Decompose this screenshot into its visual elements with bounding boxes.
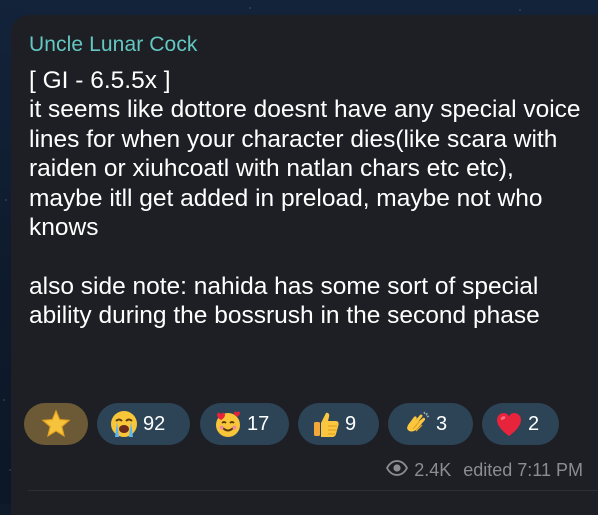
reaction-count: 9	[345, 412, 357, 435]
message-line: [ GI - 6.5.5x ]	[29, 67, 171, 94]
reaction-thumbs-up[interactable]: 9	[298, 403, 379, 445]
message-text: [ GI - 6.5.5x ] it seems like dottore do…	[29, 66, 589, 331]
edited-timestamp: edited 7:11 PM	[463, 460, 583, 480]
eye-icon	[386, 460, 409, 481]
clapping-hands-emoji-icon	[402, 409, 432, 439]
reaction-red-heart[interactable]: 2	[482, 403, 559, 445]
reaction-count: 17	[247, 412, 270, 435]
red-heart-emoji-icon	[494, 409, 524, 439]
message-divider	[28, 490, 598, 491]
message-bubble[interactable]: Uncle Lunar Cock [ GI - 6.5.5x ] it seem…	[11, 15, 598, 515]
thumbs-up-emoji-icon	[311, 409, 341, 439]
star-emoji-icon	[41, 409, 71, 439]
reaction-smiling-hearts[interactable]: 17	[200, 403, 289, 445]
smiling-face-with-hearts-emoji-icon	[213, 409, 243, 439]
reaction-count: 3	[436, 412, 448, 435]
reaction-count: 2	[528, 412, 540, 435]
sender-name[interactable]: Uncle Lunar Cock	[29, 33, 198, 57]
loudly-crying-face-emoji-icon	[109, 409, 139, 439]
reaction-count: 92	[143, 412, 166, 435]
message-line: it seems like dottore doesnt have any sp…	[29, 96, 581, 242]
reaction-star[interactable]	[24, 403, 88, 445]
reaction-clapping[interactable]: 3	[388, 403, 473, 445]
message-line: also side note: nahida has some sort of …	[29, 272, 540, 330]
reaction-loudly-crying[interactable]: 92	[97, 403, 190, 445]
view-count: 2.4K	[414, 460, 452, 480]
message-meta: 2.4K edited 7:11 PM	[386, 460, 583, 481]
